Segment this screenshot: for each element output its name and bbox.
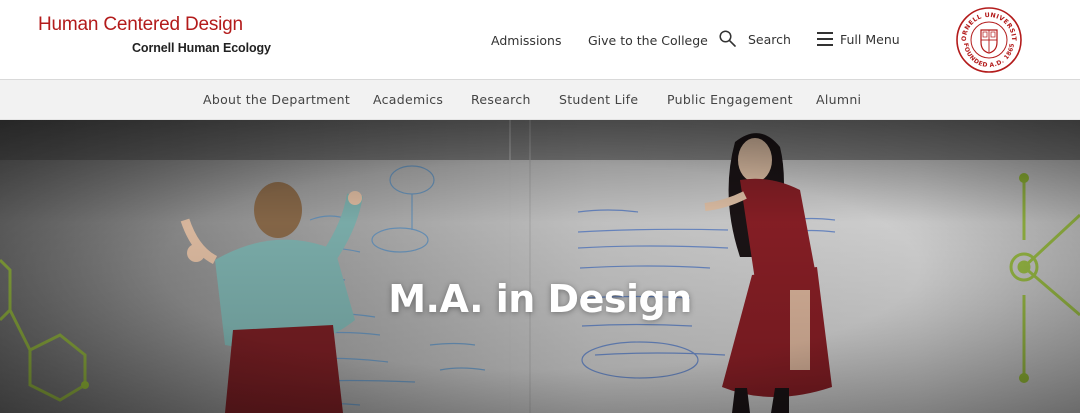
- hero-banner: M.A. in Design: [0, 120, 1080, 413]
- nav-about-department[interactable]: About the Department: [203, 92, 350, 107]
- cornell-seal-icon: CORNELL UNIVERSITY FOUNDED A.D. 1865: [951, 1, 1022, 73]
- nav-student-life[interactable]: Student Life: [559, 92, 638, 107]
- hero-title: M.A. in Design: [388, 277, 692, 321]
- site-logo-link[interactable]: Human Centered Design Cornell Human Ecol…: [38, 14, 271, 55]
- college-name[interactable]: Cornell Human Ecology: [132, 41, 271, 55]
- site-header: Human Centered Design Cornell Human Ecol…: [0, 0, 1080, 80]
- site-title[interactable]: Human Centered Design: [38, 14, 271, 36]
- nav-academics[interactable]: Academics: [373, 92, 443, 107]
- search-button[interactable]: Search: [719, 29, 791, 47]
- full-menu-label: Full Menu: [840, 32, 900, 47]
- hamburger-icon: [817, 31, 833, 46]
- nav-research[interactable]: Research: [471, 92, 531, 107]
- search-label: Search: [748, 32, 791, 47]
- department-nav: About the Department Academics Research …: [0, 80, 1080, 120]
- cornell-university-seal[interactable]: CORNELL UNIVERSITY FOUNDED A.D. 1865: [951, 1, 1024, 74]
- nav-alumni[interactable]: Alumni: [816, 92, 861, 107]
- search-icon: [719, 29, 736, 47]
- hero-background-image: [0, 120, 1080, 413]
- full-menu-button[interactable]: Full Menu: [817, 29, 900, 47]
- admissions-link[interactable]: Admissions: [491, 33, 562, 48]
- give-to-college-link[interactable]: Give to the College: [588, 33, 708, 48]
- nav-public-engagement[interactable]: Public Engagement: [667, 92, 793, 107]
